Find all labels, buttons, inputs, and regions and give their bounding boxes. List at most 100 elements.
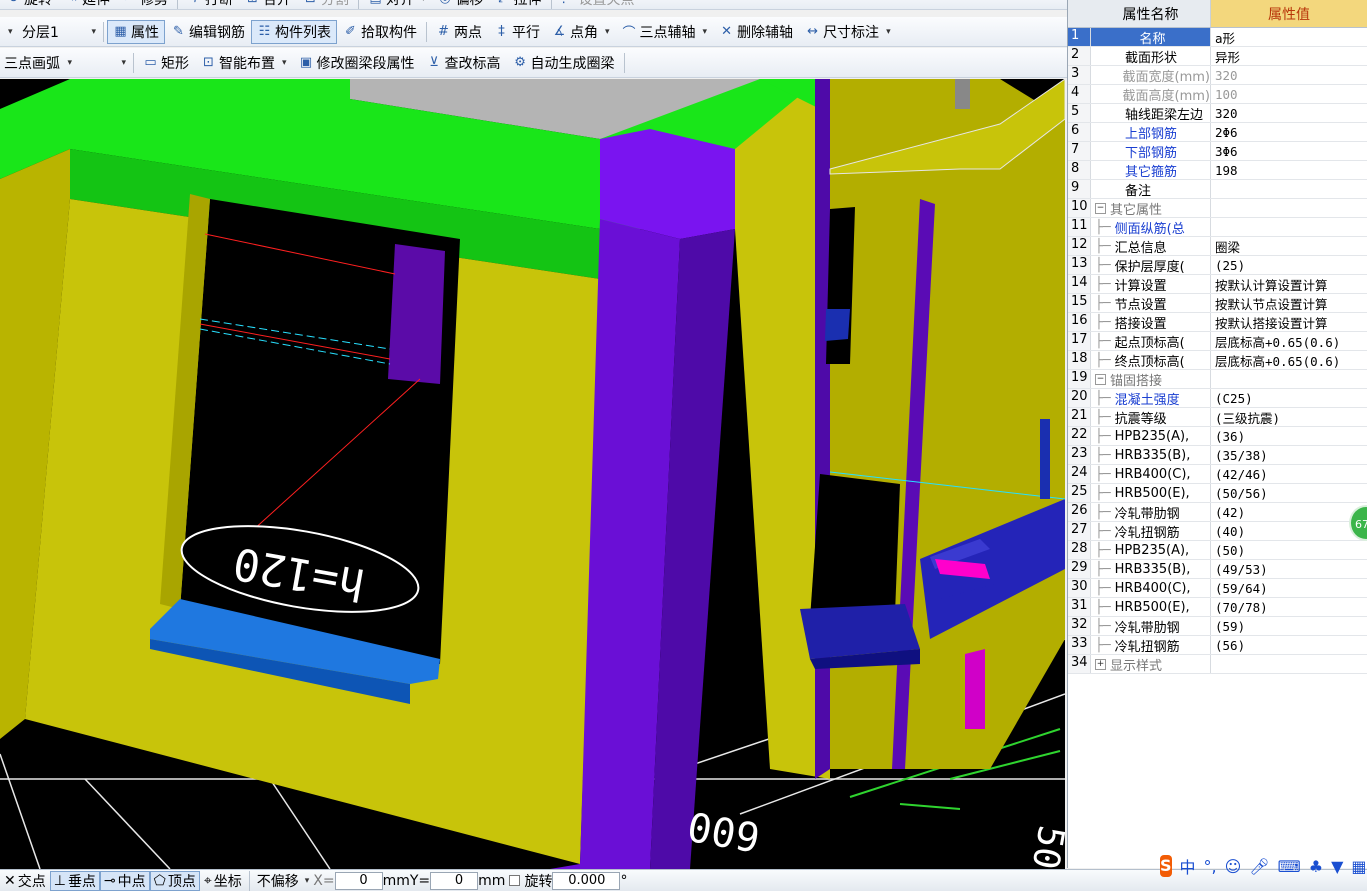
parallel-axis-button[interactable]: ‡ 平行 [488,20,546,44]
snap-vertex-toggle[interactable]: ⬠ 顶点 [149,870,200,891]
property-row[interactable]: 11 ├─ 侧面纵筋(总 [1068,218,1367,237]
ime-punct-toggle[interactable]: °, [1204,857,1217,876]
property-row[interactable]: 15 ├─ 节点设置 按默认节点设置计算 [1068,294,1367,313]
property-value[interactable] [1211,218,1367,236]
trim-button[interactable]: ✂修剪 [116,0,174,9]
collapse-icon[interactable]: − [1095,202,1106,214]
property-value[interactable]: 异形 [1211,47,1367,65]
rotate-angle-input[interactable]: 0.000 [552,871,621,890]
property-row[interactable]: 29 ├─ HRB335(B), (49/53) [1068,560,1367,579]
x-coordinate-input[interactable]: 0 [334,871,383,890]
property-row[interactable]: 2 截面形状 异形 [1068,47,1367,66]
property-value[interactable]: (59/64) [1211,579,1367,597]
extend-button[interactable]: ⇥延伸 [58,0,116,9]
property-value[interactable]: 按默认节点设置计算 [1211,294,1367,312]
rotate-checkbox[interactable] [509,875,521,886]
smart-layout-button[interactable]: ⊡ 智能布置 ▾ [195,51,293,75]
component-list-button[interactable]: ☷ 构件列表 [251,19,337,44]
property-value[interactable]: (50) [1211,541,1367,559]
property-row[interactable]: 27 ├─ 冷轧扭钢筋 (40) [1068,522,1367,541]
skin-icon[interactable]: ♣ [1309,857,1323,876]
break-button[interactable]: ⌇打断 [181,0,239,9]
property-row[interactable]: 9 备注 [1068,180,1367,199]
draw-option-combo[interactable]: ▾ [76,52,130,74]
rectangle-button[interactable]: ▭ 矩形 [137,51,195,75]
property-row[interactable]: 12 ├─ 汇总信息 圈梁 [1068,237,1367,256]
sogou-logo-icon[interactable]: S [1160,855,1172,877]
property-value[interactable]: 100 [1211,85,1367,103]
property-value[interactable]: 圈梁 [1211,237,1367,255]
offset-button[interactable]: ◎偏移 [432,0,490,9]
property-row[interactable]: 26 ├─ 冷轧带肋钢 (42) [1068,503,1367,522]
property-row[interactable]: 7 下部钢筋 3Φ6 [1068,142,1367,161]
property-value[interactable]: (36) [1211,427,1367,445]
property-value[interactable]: (49/53) [1211,560,1367,578]
property-row[interactable]: 18 ├─ 终点顶标高(层底标高+0.65(0.6) [1068,351,1367,370]
property-row[interactable]: 25 ├─ HRB500(E), (50/56) [1068,484,1367,503]
property-value[interactable]: (C25) [1211,389,1367,407]
property-row[interactable]: 19− 锚固搭接 [1068,370,1367,389]
dimension-button[interactable]: ↔ 尺寸标注 ▾ [799,20,897,44]
property-row[interactable]: 3 截面宽度(mm) 320 [1068,66,1367,85]
collapse-icon[interactable]: − [1095,373,1106,385]
property-value[interactable]: 层底标高+0.65(0.6) [1211,351,1367,369]
property-row[interactable]: 34 + 显示样式 [1068,655,1367,674]
property-row[interactable]: 32 ├─ 冷轧带肋钢 (59) [1068,617,1367,636]
snap-midpoint-toggle[interactable]: ⊸ 中点 [99,870,150,891]
property-value[interactable]: 按默认计算设置计算 [1211,275,1367,293]
property-row[interactable]: 8 其它箍筋 198 [1068,161,1367,180]
rotate-button[interactable]: ↻旋转 [0,0,58,9]
property-value[interactable]: (42/46) [1211,465,1367,483]
property-value[interactable]: (25) [1211,256,1367,274]
property-value[interactable]: 按默认搭接设置计算 [1211,313,1367,331]
offset-mode-select[interactable]: 不偏移 ▾ [253,871,314,891]
property-row[interactable]: 14 ├─ 计算设置 按默认计算设置计算 [1068,275,1367,294]
delete-axis-button[interactable]: ✕ 删除辅轴 [713,20,799,44]
property-value[interactable]: (40) [1211,522,1367,540]
set-grip-button[interactable]: ⋰设置夹点 [555,0,641,9]
split-button[interactable]: ⊟分割 [297,0,355,9]
modify-ring-beam-button[interactable]: ▣ 修改圈梁段属性 [293,51,421,75]
snap-intersection-toggle[interactable]: ✕ 交点 [0,871,50,891]
three-point-axis-button[interactable]: ⌒ 三点辅轴 ▾ [616,20,714,44]
property-row[interactable]: 22 ├─ HPB235(A), (36) [1068,427,1367,446]
edit-rebar-button[interactable]: ✎ 编辑钢筋 [165,20,251,44]
property-row[interactable]: 10− 其它属性 [1068,199,1367,218]
property-row[interactable]: 17 ├─ 起点顶标高(层底标高+0.65(0.6) [1068,332,1367,351]
property-row[interactable]: 13 ├─ 保护层厚度((25) [1068,256,1367,275]
align-button[interactable]: ▤对齐▾ [362,0,432,9]
property-row[interactable]: 16 ├─ 搭接设置 按默认搭接设置计算 [1068,313,1367,332]
microphone-icon[interactable]: 🎤︎ [1249,857,1269,876]
properties-button[interactable]: ▦ 属性 [107,19,165,44]
stretch-button[interactable]: ⤢拉伸 [490,0,548,9]
y-coordinate-input[interactable]: 0 [430,871,479,890]
property-row[interactable]: 4 截面高度(mm) 100 [1068,85,1367,104]
property-value[interactable]: 198 [1211,161,1367,179]
check-elevation-button[interactable]: ⊻ 查改标高 [421,51,507,75]
property-value[interactable]: 320 [1211,104,1367,122]
property-value[interactable]: 3Φ6 [1211,142,1367,160]
emoji-icon[interactable]: ☺ [1225,857,1242,876]
property-value[interactable]: (56) [1211,636,1367,654]
property-value[interactable]: 320 [1211,66,1367,84]
layer-type-combo[interactable]: ▾ [0,21,18,43]
property-value[interactable]: 层底标高+0.65(0.6) [1211,332,1367,350]
property-row[interactable]: 6 上部钢筋 2Φ6 [1068,123,1367,142]
property-value[interactable]: (59) [1211,617,1367,635]
property-value[interactable] [1211,180,1367,198]
property-value[interactable] [1211,199,1367,217]
ime-language-toggle[interactable]: 中 [1180,854,1196,878]
property-row[interactable]: 1 名称 a形 [1068,28,1367,47]
property-row[interactable]: 21 ├─ 抗震等级 (三级抗震) [1068,408,1367,427]
snap-perpendicular-toggle[interactable]: ⊥ 垂点 [49,870,100,891]
grid-menu-icon[interactable]: ▦ [1351,857,1366,876]
shirt-icon[interactable]: ▼ [1331,857,1343,876]
pick-component-button[interactable]: ✐ 拾取构件 [337,20,423,44]
property-value[interactable]: a形 [1211,28,1367,46]
property-value[interactable]: (三级抗震) [1211,408,1367,426]
property-row[interactable]: 33 ├─ 冷轧扭钢筋 (56) [1068,636,1367,655]
property-value[interactable]: (35/38) [1211,446,1367,464]
property-row[interactable]: 20 ├─ 混凝土强度 (C25) [1068,389,1367,408]
property-row[interactable]: 28 ├─ HPB235(A), (50) [1068,541,1367,560]
property-value[interactable] [1211,655,1367,673]
